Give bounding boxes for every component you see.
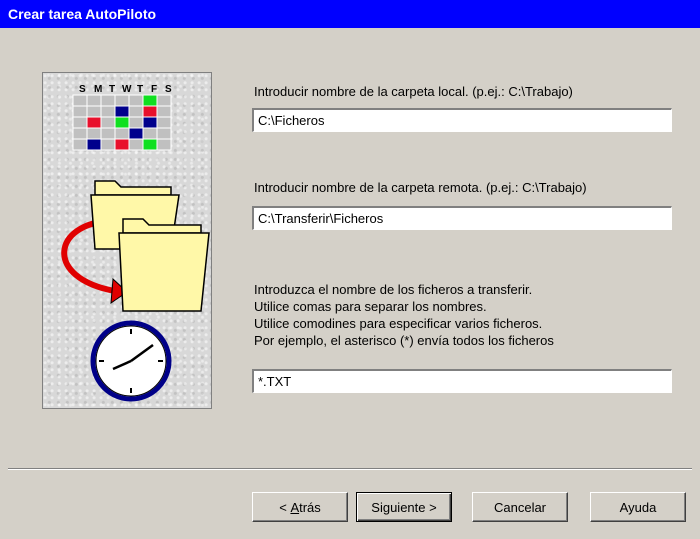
files-instruction-line: Por ejemplo, el asterisco (*) envía todo…: [254, 333, 554, 348]
files-instruction-line: Introduzca el nombre de los ficheros a t…: [254, 282, 533, 297]
local-folder-label: Introducir nombre de la carpeta local. (…: [254, 84, 573, 99]
calendar-cell: [114, 116, 130, 129]
calendar-cell: [100, 127, 116, 140]
calendar-cell: [100, 105, 116, 118]
cancel-button[interactable]: Cancelar: [472, 492, 568, 522]
clock-icon: [90, 320, 172, 402]
calendar-cell: [72, 138, 88, 151]
calendar-cell: [128, 116, 144, 129]
weekday-letter: T: [109, 84, 115, 95]
calendar-cell: [156, 94, 172, 107]
back-button-rest: trás: [299, 499, 321, 515]
calendar-cell: [114, 94, 130, 107]
folders-transfer-icon: [61, 180, 210, 312]
files-instruction-line: Utilice comodines para especificar vario…: [254, 316, 543, 331]
illustration-graphic: S M T W T F S: [61, 84, 210, 402]
calendar-cell: [142, 127, 158, 140]
calendar-cell: [114, 138, 130, 151]
calendar-cell: [100, 116, 116, 129]
calendar-cell: [86, 116, 102, 129]
help-button[interactable]: Ayuda: [590, 492, 686, 522]
remote-folder-input[interactable]: [252, 206, 672, 230]
remote-folder-label: Introducir nombre de la carpeta remota. …: [254, 180, 587, 195]
calendar-icon: S M T W T F S: [72, 84, 172, 151]
files-instruction-line: Utilice comas para separar los nombres.: [254, 299, 487, 314]
window-title: Crear tarea AutoPiloto: [8, 6, 157, 22]
weekday-letter: S: [165, 84, 172, 95]
help-button-label: Ayuda: [619, 499, 657, 515]
calendar-cell: [128, 127, 144, 140]
calendar-cell: [86, 105, 102, 118]
dialog-body: S M T W T F S Introducir nombre de la ca…: [0, 28, 700, 539]
calendar-cell: [86, 94, 102, 107]
button-separator: [8, 468, 692, 470]
next-button-label: Siguiente >: [371, 499, 437, 515]
back-button[interactable]: < Atrás: [252, 492, 348, 522]
calendar-cell: [114, 127, 130, 140]
next-button[interactable]: Siguiente >: [356, 492, 452, 522]
calendar-cell: [72, 116, 88, 129]
local-folder-input[interactable]: [252, 108, 672, 132]
title-bar: Crear tarea AutoPiloto: [0, 0, 700, 28]
calendar-cell: [142, 94, 158, 107]
weekday-letter: W: [122, 84, 132, 95]
calendar-cell: [86, 127, 102, 140]
back-button-prefix: <: [279, 499, 291, 515]
calendar-cell: [114, 105, 130, 118]
back-button-accelerator: A: [290, 499, 300, 515]
calendar-cell: [72, 94, 88, 107]
calendar-cell: [128, 138, 144, 151]
calendar-cell: [100, 94, 116, 107]
calendar-cell: [156, 127, 172, 140]
cancel-button-label: Cancelar: [493, 499, 547, 515]
calendar-cell: [72, 105, 88, 118]
calendar-cell: [100, 138, 116, 151]
calendar-cell: [128, 105, 144, 118]
calendar-cell: [156, 116, 172, 129]
files-input[interactable]: [252, 369, 672, 393]
calendar-cell: [142, 116, 158, 129]
calendar-cell: [128, 94, 144, 107]
weekday-letter: F: [151, 84, 157, 95]
calendar-cell: [72, 127, 88, 140]
weekday-letter: M: [94, 84, 102, 95]
calendar-cell: [142, 138, 158, 151]
weekday-letter: S: [79, 84, 86, 95]
calendar-cell: [142, 105, 158, 118]
calendar-cell: [86, 138, 102, 151]
calendar-cell: [156, 105, 172, 118]
weekday-letter: T: [137, 84, 143, 95]
calendar-cell: [156, 138, 172, 151]
wizard-illustration: S M T W T F S: [42, 72, 212, 409]
